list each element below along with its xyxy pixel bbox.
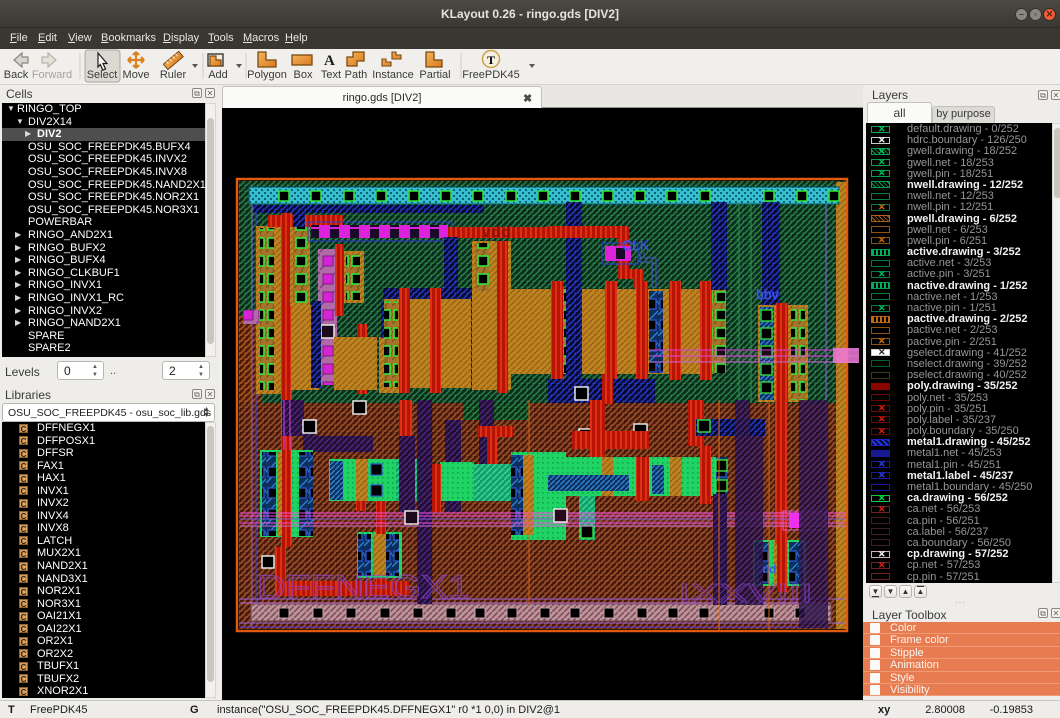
svg-text:vdd: vdd [482, 224, 512, 241]
svg-text:A: A [324, 53, 335, 69]
svg-text:DFFNEGX1: DFFNEGX1 [257, 569, 470, 605]
svg-text:bbv: bbv [756, 286, 779, 302]
svg-text:T: T [487, 53, 495, 67]
svg-text:IXXVIII: IXXVIII [678, 578, 813, 608]
svg-text:CLK: CLK [622, 237, 650, 253]
